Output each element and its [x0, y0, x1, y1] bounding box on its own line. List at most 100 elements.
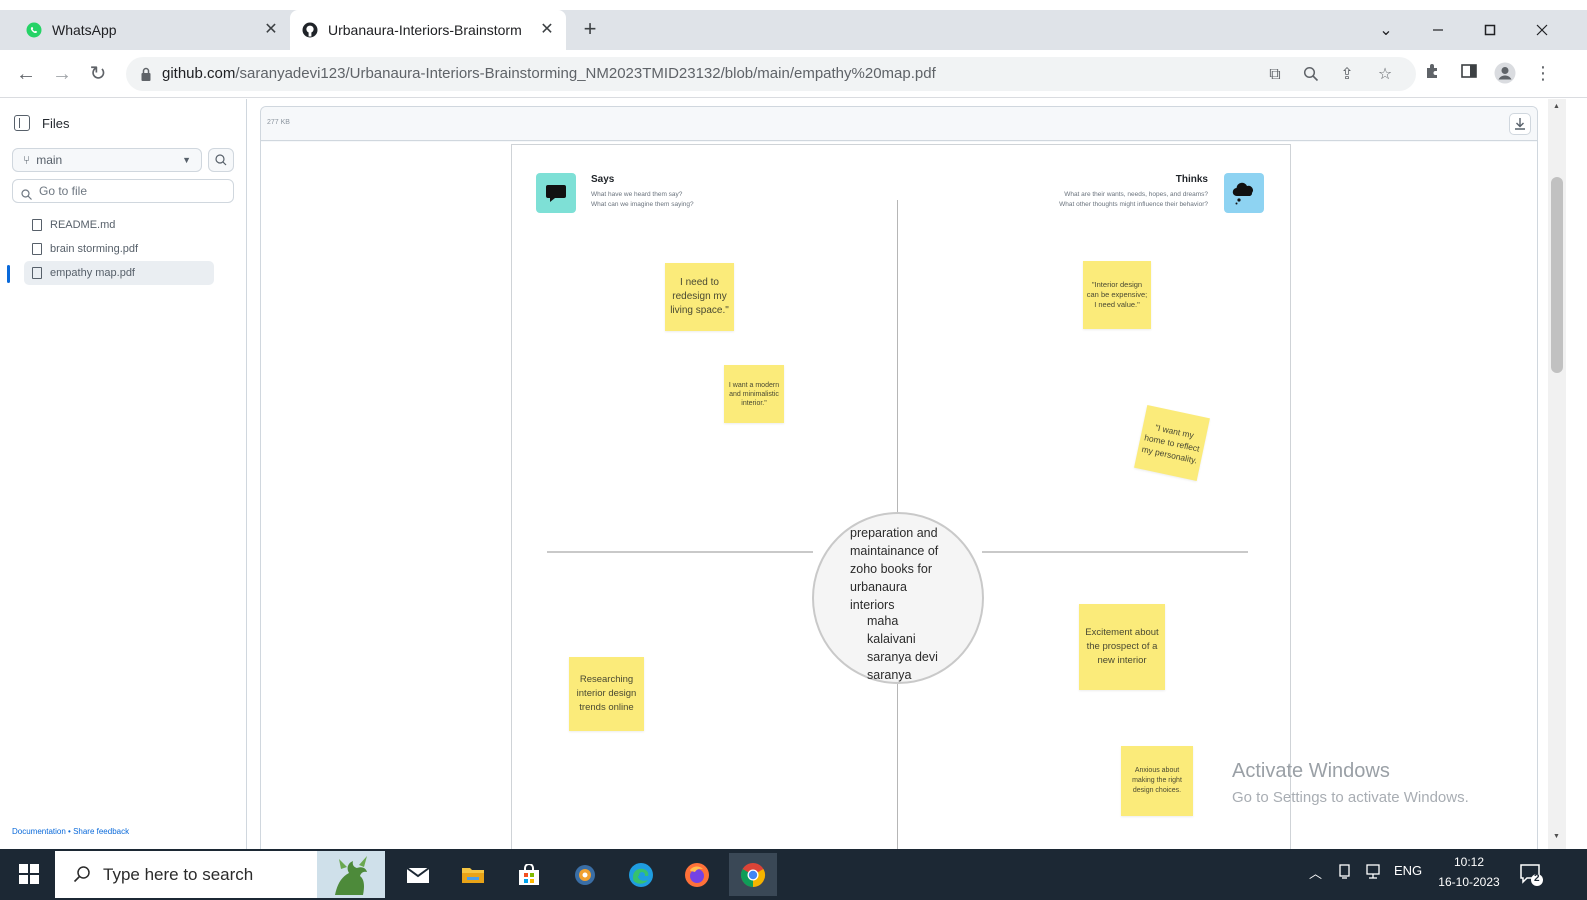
file-item-active[interactable]: empathy map.pdf	[24, 261, 214, 285]
says-prompt-2: What can we imagine them saying?	[591, 201, 694, 208]
share-feedback-link[interactable]: Share feedback	[73, 827, 129, 836]
search-files-button[interactable]	[208, 148, 234, 172]
taskbar-mail-icon[interactable]	[394, 853, 442, 896]
lock-icon	[140, 66, 152, 82]
github-icon	[302, 22, 318, 38]
footer-separator: •	[65, 827, 74, 836]
extensions-icon[interactable]	[1422, 62, 1444, 84]
horizontal-divider-left	[547, 551, 813, 553]
browser-menu-icon[interactable]: ⋮	[1532, 62, 1554, 84]
scroll-up-arrow-icon[interactable]: ▲	[1553, 103, 1560, 110]
file-tree-sidebar: Files ⑂ main ▼ Go to file README.md brain…	[0, 99, 247, 849]
reload-icon[interactable]: ↻	[86, 62, 110, 86]
files-title: Files	[42, 115, 70, 131]
thinks-prompt-1: What are their wants, needs, hopes, and …	[1064, 191, 1208, 198]
search-icon	[73, 865, 91, 883]
close-icon[interactable]: ✕	[538, 21, 556, 39]
windows-start-icon[interactable]	[18, 863, 40, 885]
browser-toolbar: ← → ↻ github.com/saranyadevi123/Urbanaur…	[0, 50, 1587, 98]
address-bar[interactable]: github.com/saranyadevi123/Urbanaura-Inte…	[126, 57, 1416, 91]
url-path: /saranyadevi123/Urbanaura-Interiors-Brai…	[235, 65, 936, 82]
activation-watermark-subtitle: Go to Settings to activate Windows.	[1232, 789, 1469, 806]
zoom-icon[interactable]	[1302, 66, 1320, 84]
tray-time: 10:12	[1453, 855, 1485, 869]
install-app-icon[interactable]: ⧉	[1266, 66, 1284, 84]
taskbar-search-box[interactable]: Type here to search	[55, 851, 385, 898]
collapse-panel-icon[interactable]	[14, 115, 30, 131]
go-to-file-input[interactable]: Go to file	[12, 179, 234, 203]
tab-strip: WhatsApp ✕ Urbanaura-Interiors-Brainstor…	[0, 10, 1587, 50]
thought-cloud-icon	[1232, 182, 1253, 205]
says-title: Says	[591, 174, 615, 185]
tray-date: 16-10-2023	[1438, 875, 1500, 889]
viewer-header: 277 KB	[261, 107, 1537, 141]
persona-topic: preparation and maintainance of zoho boo…	[850, 526, 939, 612]
active-file-indicator	[7, 265, 10, 283]
close-window-icon[interactable]	[1516, 10, 1568, 50]
new-tab-button[interactable]: +	[578, 18, 602, 42]
sticky-note: "Interior design can be expensive; I nee…	[1083, 261, 1151, 329]
branch-icon: ⑂	[23, 153, 31, 167]
horizontal-divider-right	[982, 551, 1248, 553]
url-text: github.com/saranyadevi123/Urbanaura-Inte…	[162, 65, 936, 82]
file-name: README.md	[50, 219, 116, 231]
taskbar-chrome-icon[interactable]	[729, 853, 777, 896]
thinks-prompt-2: What other thoughts might influence thei…	[1059, 201, 1208, 208]
files-header[interactable]: Files	[14, 115, 69, 131]
file-icon	[32, 267, 42, 279]
tray-clock[interactable]: 10:12 16-10-2023	[1434, 852, 1504, 892]
bookmark-star-icon[interactable]: ☆	[1376, 66, 1394, 84]
file-size: 277 KB	[267, 119, 290, 126]
file-item[interactable]: README.md	[24, 213, 214, 237]
sticky-note: Excitement about the prospect of a new i…	[1079, 604, 1165, 690]
sticky-note: Researching interior design trends onlin…	[569, 657, 644, 731]
pdf-viewer: 277 KB Says What have we heard them say?…	[260, 106, 1538, 849]
search-icon	[21, 185, 32, 200]
minimize-icon[interactable]	[1412, 10, 1464, 50]
notification-count-badge: 2	[1534, 873, 1540, 884]
scroll-down-arrow-icon[interactable]: ▼	[1553, 833, 1560, 840]
screen: WhatsApp ✕ Urbanaura-Interiors-Brainstor…	[0, 0, 1587, 900]
tab-label: WhatsApp	[52, 22, 117, 38]
file-item[interactable]: brain storming.pdf	[24, 237, 214, 261]
tab-github-repo[interactable]: Urbanaura-Interiors-Brainstorm ✕	[290, 10, 566, 50]
close-icon[interactable]: ✕	[262, 21, 280, 39]
page-scrollbar[interactable]: ▲ ▼	[1548, 99, 1566, 849]
taskbar-media-app-icon[interactable]	[561, 853, 609, 896]
thinks-icon-box	[1224, 173, 1264, 213]
file-name: brain storming.pdf	[50, 243, 139, 255]
caret-down-icon: ▼	[182, 155, 191, 165]
branch-selector[interactable]: ⑂ main ▼	[12, 148, 202, 172]
documentation-link[interactable]: Documentation	[12, 827, 66, 836]
file-icon	[32, 243, 42, 255]
tray-overflow-chevron-icon[interactable]: ︿	[1309, 863, 1322, 882]
forward-icon[interactable]: →	[50, 62, 74, 86]
taskbar-file-explorer-icon[interactable]	[449, 853, 497, 896]
taskbar-edge-icon[interactable]	[617, 853, 665, 896]
branch-name: main	[36, 153, 63, 167]
tray-network-icon[interactable]	[1337, 863, 1353, 882]
tab-search-chevron-icon[interactable]: ⌄	[1360, 10, 1412, 50]
back-icon[interactable]: ←	[14, 62, 38, 86]
pdf-render-area[interactable]: Says What have we heard them say? What c…	[261, 142, 1537, 849]
share-icon[interactable]: ⇪	[1338, 66, 1356, 84]
side-panel-icon[interactable]	[1458, 62, 1480, 84]
taskbar-search-placeholder: Type here to search	[103, 865, 254, 884]
notification-center-icon[interactable]: 2	[1518, 861, 1544, 887]
sidebar-footer: Documentation • Share feedback	[12, 827, 129, 836]
download-button[interactable]	[1509, 113, 1531, 135]
sticky-note: "I want my home to reflect my personalit…	[1134, 405, 1210, 481]
sticky-note: I want a modern and minimalistic interio…	[724, 365, 784, 423]
search-highlight-dragon-icon	[317, 851, 385, 898]
says-icon-box	[536, 173, 576, 213]
taskbar-firefox-icon[interactable]	[673, 853, 721, 896]
restore-icon[interactable]	[1464, 10, 1516, 50]
tab-whatsapp[interactable]: WhatsApp ✕	[18, 10, 290, 50]
file-icon	[32, 219, 42, 231]
tray-language[interactable]: ENG	[1394, 863, 1422, 878]
tray-display-icon[interactable]	[1366, 863, 1384, 882]
says-prompt-1: What have we heard them say?	[591, 191, 683, 198]
taskbar-store-icon[interactable]	[505, 853, 553, 896]
scrollbar-thumb[interactable]	[1551, 177, 1563, 373]
profile-avatar-icon[interactable]	[1494, 62, 1516, 84]
